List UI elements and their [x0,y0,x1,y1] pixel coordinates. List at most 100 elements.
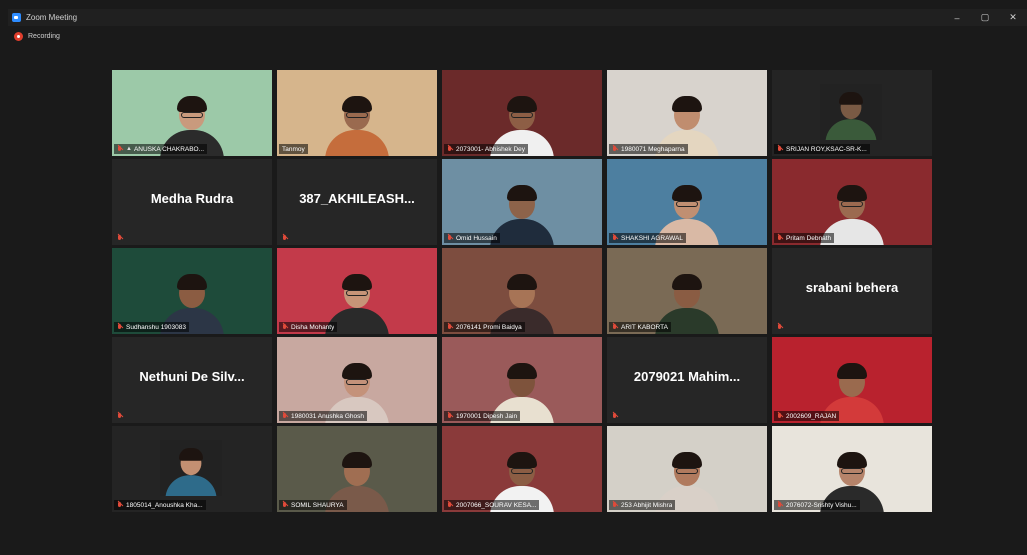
participant-tile[interactable]: Omid Hussain [442,159,602,245]
participant-nametag [609,411,624,421]
muted-mic-icon [777,412,783,420]
close-button[interactable]: ✕ [999,9,1027,26]
muted-mic-icon [612,412,618,420]
participant-nametag: 2002609_RAJAN [774,411,840,421]
muted-mic-icon [117,145,123,153]
participant-nametag [279,233,294,243]
participant-display-name: Medha Rudra [150,191,234,206]
participant-tile[interactable]: SOMIL SHAURYA [277,426,437,512]
participant-nametag: SRIJAN ROY,KSAC-SR-K... [774,144,870,154]
muted-mic-icon [282,501,288,509]
participant-name: ANUSKA CHAKRABO... [133,145,205,153]
participant-name: 1805014_Anoushka Kha... [126,501,203,509]
participant-nametag: ▲ ANUSKA CHAKRABO... [114,144,208,154]
participant-tile[interactable]: 1970001 Dipesh Jain [442,337,602,423]
participant-nametag: Disha Mohanty [279,322,338,332]
muted-mic-icon [117,323,123,331]
participant-tile[interactable]: 2007066_SOURAV KESA... [442,426,602,512]
muted-mic-icon [282,234,288,242]
participant-nametag: Sudhanshu 1903083 [114,322,190,332]
minimize-button[interactable]: – [943,9,971,26]
participant-tile[interactable]: 1805014_Anoushka Kha... [112,426,272,512]
participant-nametag: 253 Abhijit Mishra [609,500,676,510]
muted-mic-icon [117,501,123,509]
participant-tile[interactable]: Nethuni De Silv... [112,337,272,423]
participant-nametag: 1980031 Anushka Ghosh [279,411,368,421]
muted-mic-icon [777,323,783,331]
participant-name: 2076141 Promi Baidya [456,323,522,331]
participant-name: 1980071 Meghaparna [621,145,685,153]
participant-tile[interactable]: 1980071 Meghaparna [607,70,767,156]
participant-nametag [774,322,789,332]
participant-nametag: 1970001 Dipesh Jain [444,411,521,421]
recording-label: Recording [28,33,60,40]
participant-tile[interactable]: 2076141 Promi Baidya [442,248,602,334]
muted-mic-icon [447,323,453,331]
participant-tile[interactable]: 2002609_RAJAN [772,337,932,423]
participant-tile[interactable]: SHAKSHI AGRAWAL [607,159,767,245]
muted-mic-icon [117,412,123,420]
participant-tile[interactable]: SRIJAN ROY,KSAC-SR-K... [772,70,932,156]
participant-name: 2007066_SOURAV KESA... [456,501,537,509]
title-bar: Zoom Meeting – ▢ ✕ [8,9,1027,26]
participant-name: SOMIL SHAURYA [291,501,344,509]
participant-tile[interactable]: 2079021 Mahim... [607,337,767,423]
participant-display-name: Nethuni De Silv... [139,369,245,384]
participant-video [820,84,882,140]
participant-tile[interactable]: Medha Rudra [112,159,272,245]
muted-mic-icon [447,501,453,509]
participant-name: 2076072-Srishty Vishu... [786,501,857,509]
muted-mic-icon [777,145,783,153]
participant-tile[interactable]: Tanmoy [277,70,437,156]
participant-tile[interactable]: ▲ ANUSKA CHAKRABO... [112,70,272,156]
participant-silhouette [322,94,392,156]
participant-nametag: 1805014_Anoushka Kha... [114,500,206,510]
participant-tile[interactable]: Pritam Debnath [772,159,932,245]
muted-mic-icon [282,412,288,420]
recording-icon [14,32,23,41]
participant-tile[interactable]: 253 Abhijit Mishra [607,426,767,512]
participant-name: 1980031 Anushka Ghosh [291,412,365,420]
maximize-button[interactable]: ▢ [971,9,999,26]
muted-mic-icon [612,234,618,242]
participant-video [160,440,222,496]
window-title: Zoom Meeting [26,13,78,22]
participant-tile[interactable]: Sudhanshu 1903083 [112,248,272,334]
participant-nametag: SHAKSHI AGRAWAL [609,233,687,243]
zoom-window: Zoom Meeting – ▢ ✕ Recording ▲ ANUSKA CHA… [8,9,1027,555]
gallery-grid: ▲ ANUSKA CHAKRABO... Tanmoy 2073001- Abhish… [112,70,932,512]
participant-nametag: ARIT KABORTA [609,322,671,332]
participant-name: SRIJAN ROY,KSAC-SR-K... [786,145,867,153]
participant-tile[interactable]: 1980031 Anushka Ghosh [277,337,437,423]
recording-indicator[interactable]: Recording [14,32,60,41]
participant-name: 2002609_RAJAN [786,412,837,420]
zoom-app-icon [12,13,21,22]
participant-silhouette [823,90,879,140]
participant-display-name: 2079021 Mahim... [633,369,741,384]
participant-nametag: Pritam Debnath [774,233,835,243]
participant-name: 1970001 Dipesh Jain [456,412,518,420]
participant-tile[interactable]: Disha Mohanty [277,248,437,334]
window-controls: – ▢ ✕ [943,9,1027,26]
pin-icon: ▲ [126,146,132,152]
muted-mic-icon [777,501,783,509]
muted-mic-icon [777,234,783,242]
participant-tile[interactable]: srabani behera [772,248,932,334]
participant-display-name: 387_AKHILEASH... [299,191,415,206]
muted-mic-icon [447,145,453,153]
participant-name: 253 Abhijit Mishra [621,501,673,509]
participant-name: SHAKSHI AGRAWAL [621,234,684,242]
muted-mic-icon [612,501,618,509]
participant-tile[interactable]: ARIT KABORTA [607,248,767,334]
participant-nametag [114,233,129,243]
muted-mic-icon [612,145,618,153]
participant-nametag [114,411,129,421]
participant-name: Sudhanshu 1903083 [126,323,187,331]
participant-nametag: Omid Hussain [444,233,500,243]
participant-tile[interactable]: 387_AKHILEASH... [277,159,437,245]
participant-name: Disha Mohanty [291,323,335,331]
participant-nametag: 1980071 Meghaparna [609,144,688,154]
participant-tile[interactable]: 2073001- Abhishek Dey [442,70,602,156]
participant-tile[interactable]: 2076072-Srishty Vishu... [772,426,932,512]
participant-nametag: 2076141 Promi Baidya [444,322,525,332]
